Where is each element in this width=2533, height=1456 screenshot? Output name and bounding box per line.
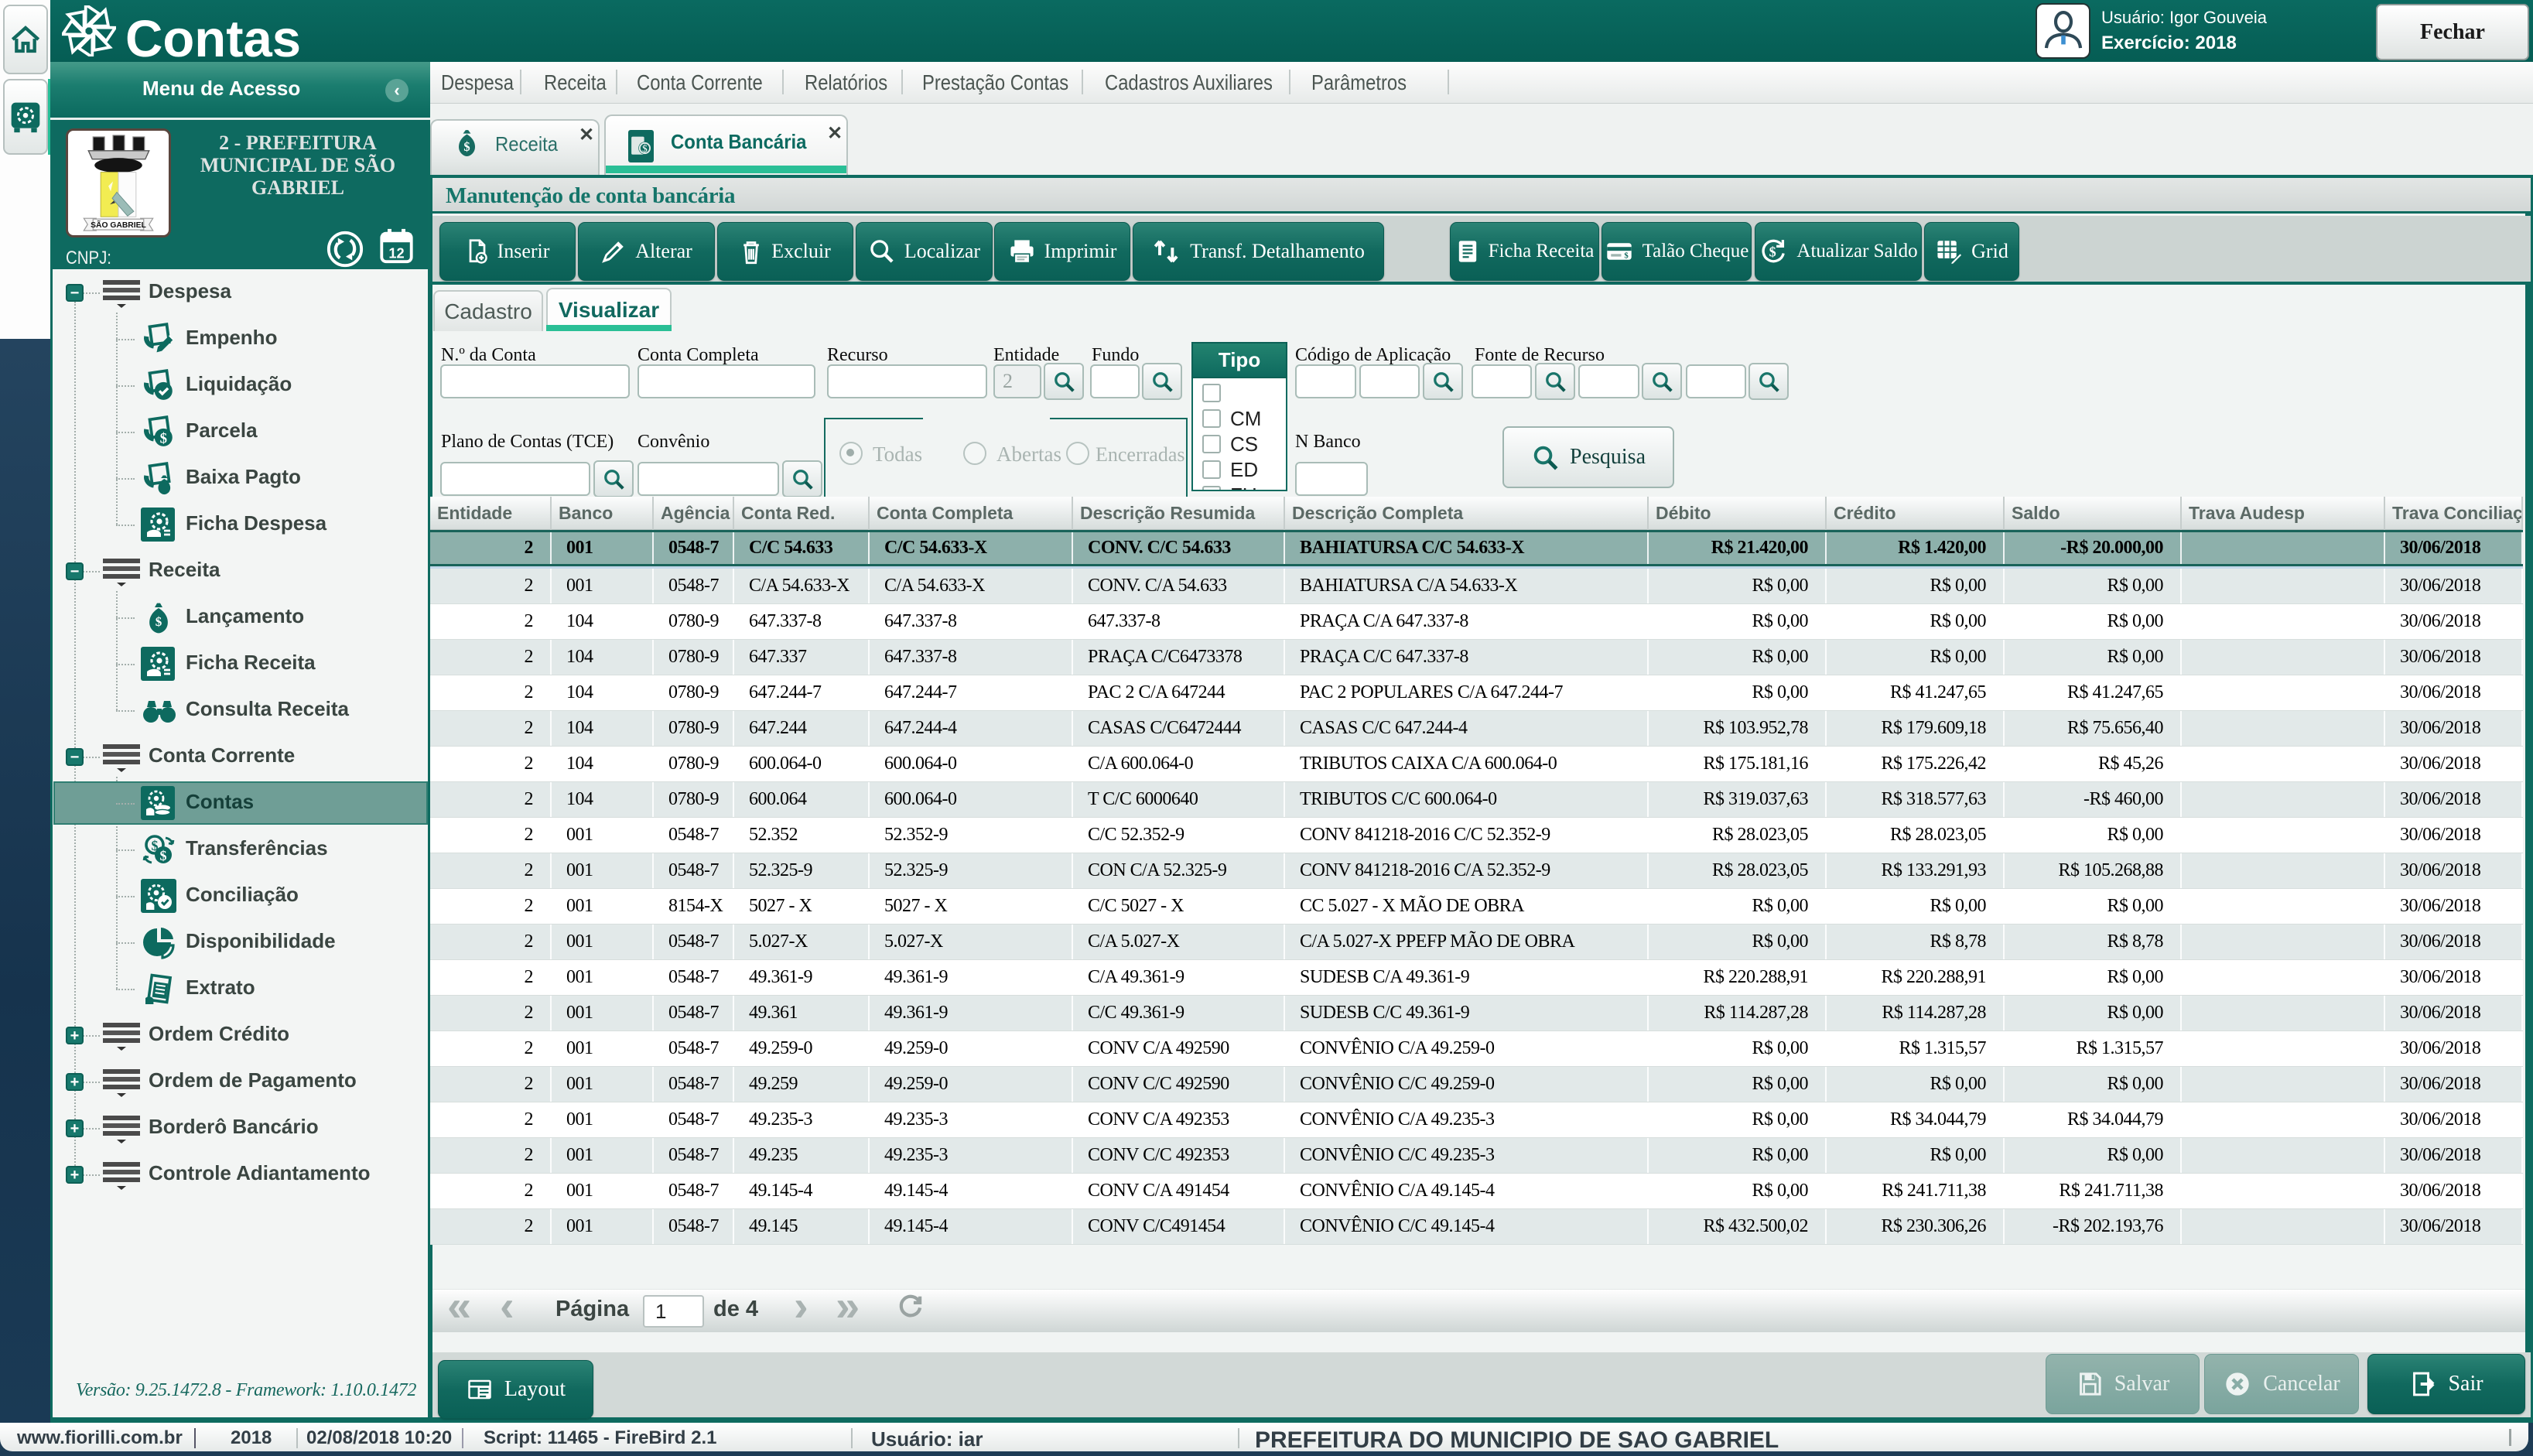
svg-text:$: $ bbox=[160, 848, 167, 863]
svg-text:$: $ bbox=[160, 431, 167, 447]
svg-text:$: $ bbox=[156, 614, 162, 629]
svg-text:SÃO GABRIEL: SÃO GABRIEL bbox=[91, 220, 146, 230]
svg-text:$: $ bbox=[642, 142, 648, 154]
svg-text:$: $ bbox=[1769, 244, 1776, 260]
svg-text:$: $ bbox=[1624, 251, 1629, 260]
svg-text:12: 12 bbox=[388, 244, 404, 261]
svg-text:$: $ bbox=[463, 139, 470, 154]
